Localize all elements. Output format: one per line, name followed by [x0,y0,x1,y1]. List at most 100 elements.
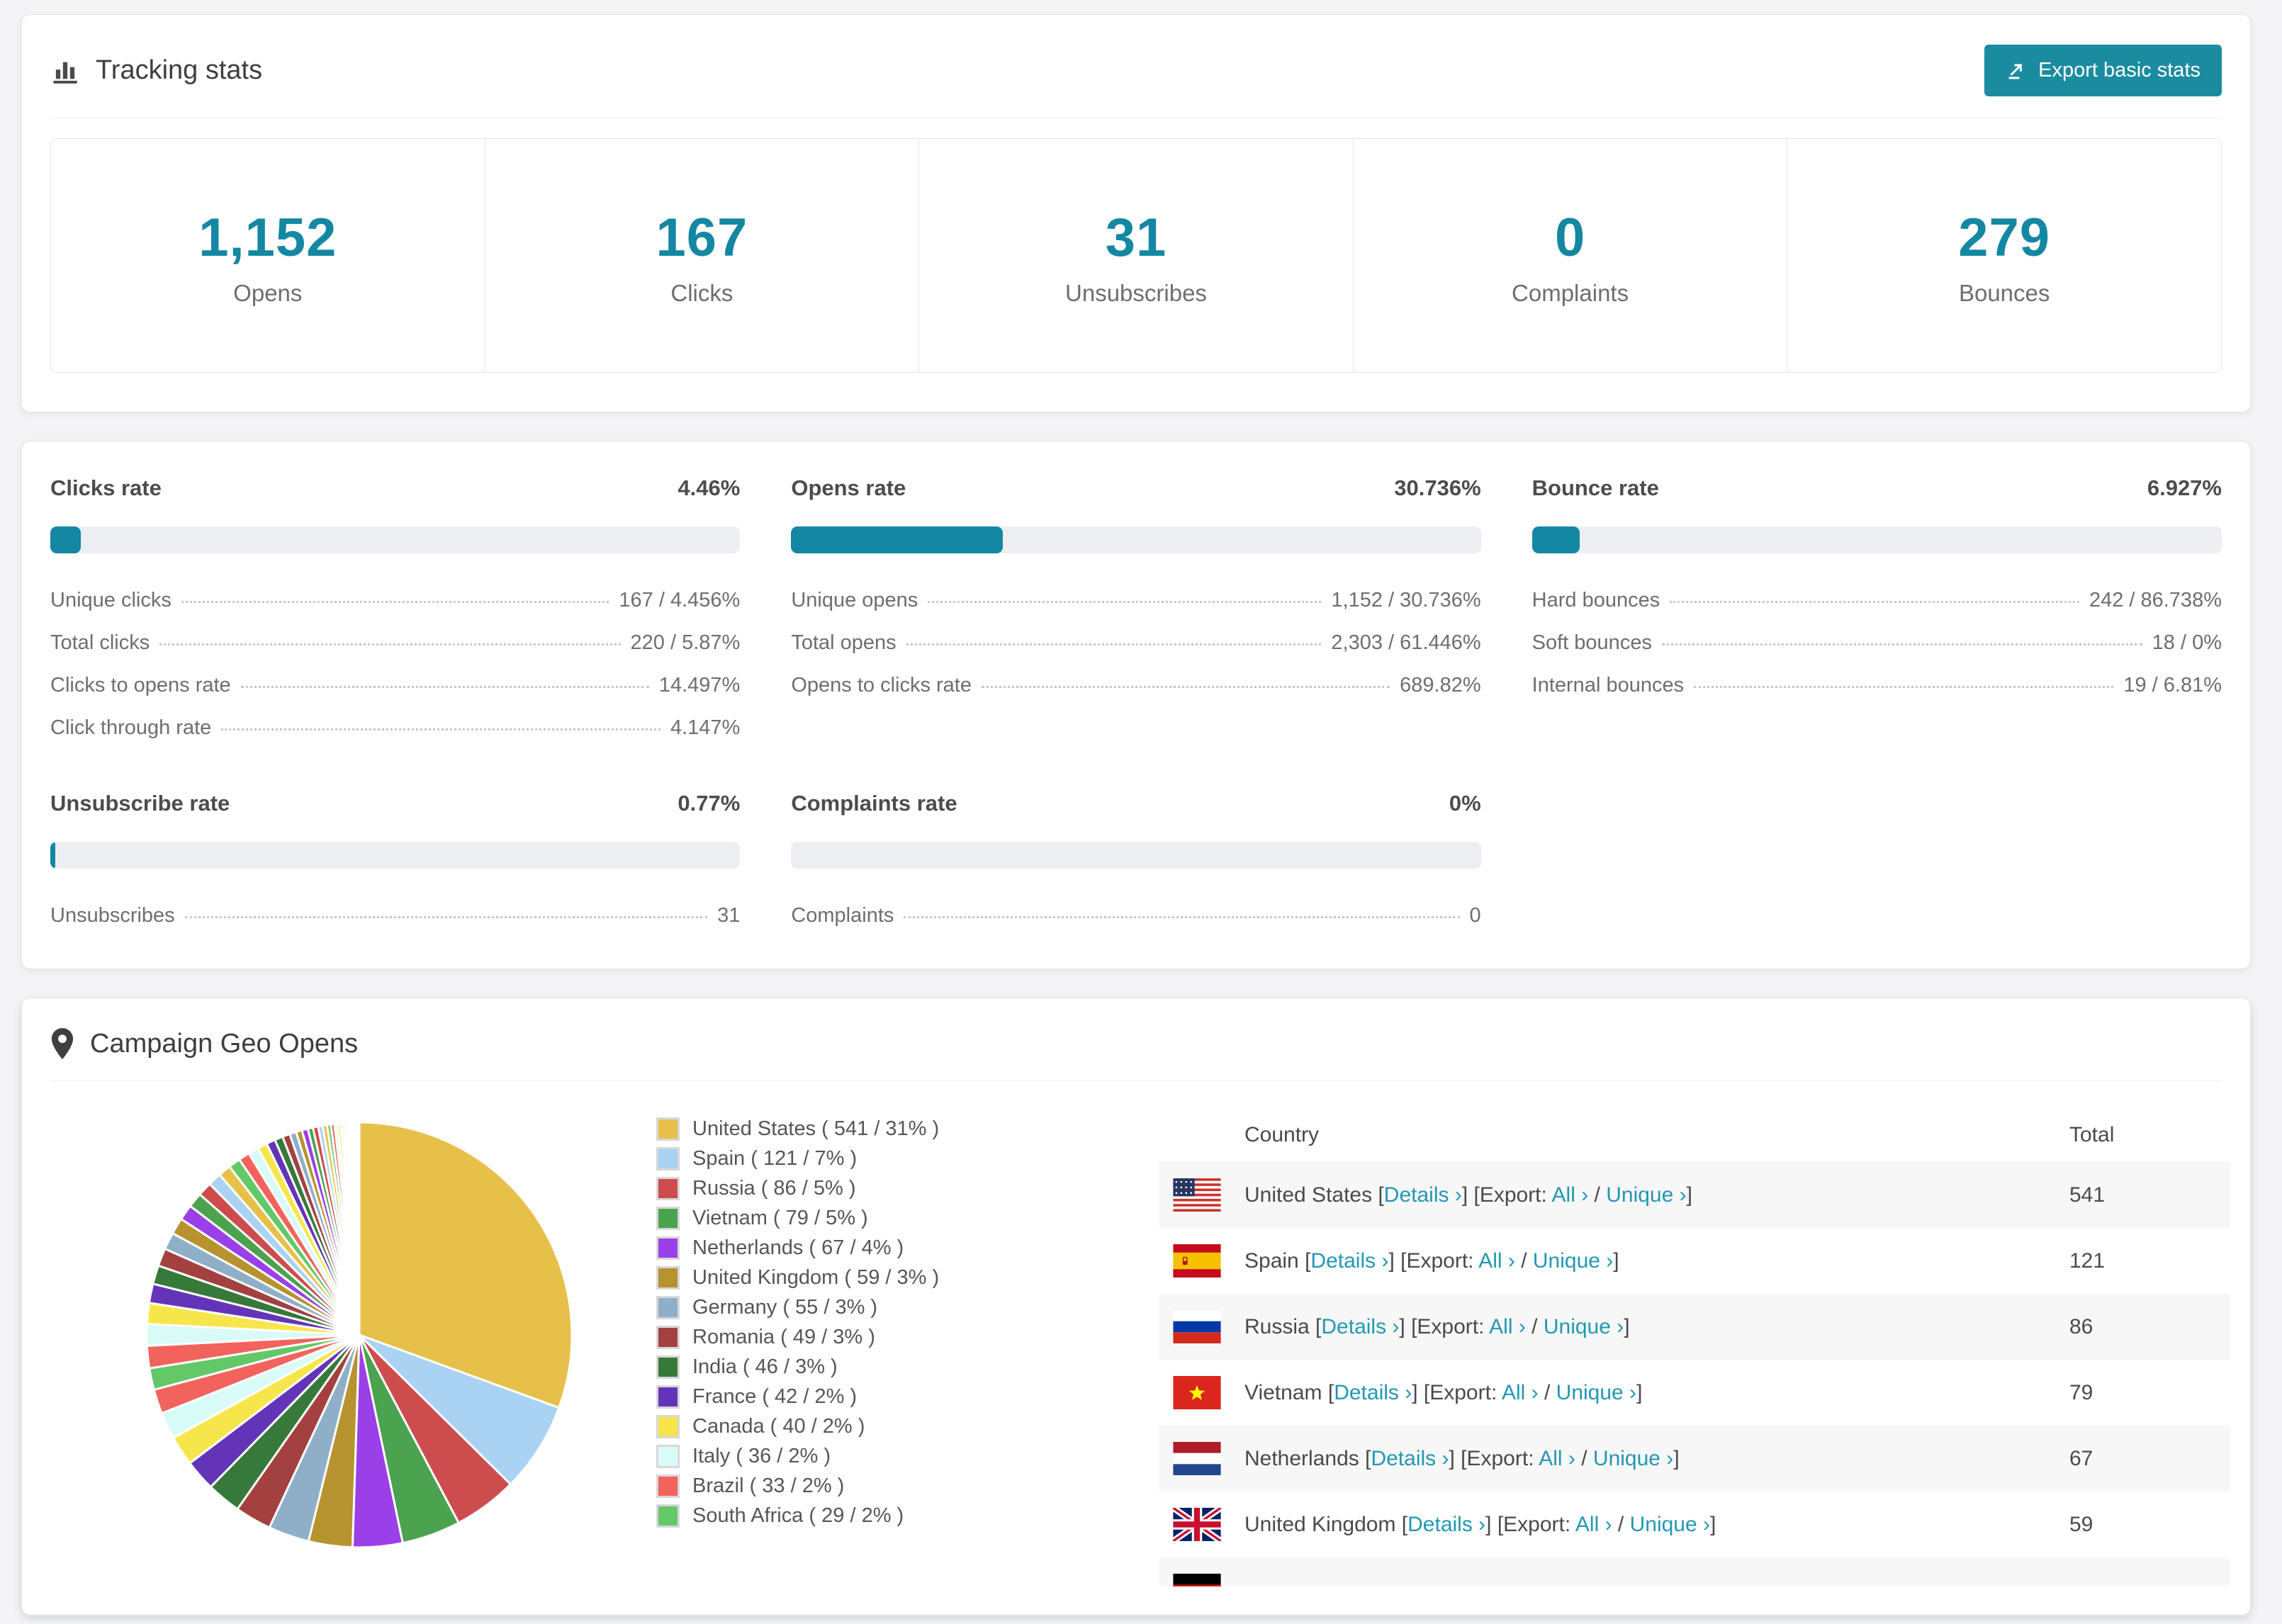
dotted-leader [981,686,1390,688]
detail-row: Click through rate 4.147% [50,716,740,740]
rate-head: Unsubscribe rate 0.77% [50,791,740,816]
rate-head: Clicks rate 4.46% [50,475,740,501]
tracking-stats-title: Tracking stats [50,55,262,86]
rate-title: Opens rate [791,475,906,500]
slash: / [1538,1380,1556,1404]
legend-item[interactable]: Germany ( 55 / 3% ) [656,1292,1135,1322]
legend-item[interactable]: United States ( 541 / 31% ) [656,1114,1135,1144]
legend-item[interactable]: Brazil ( 33 / 2% ) [656,1471,1135,1501]
detail-label: Unique clicks [50,589,172,611]
legend-item[interactable]: Romania ( 49 / 3% ) [656,1322,1135,1352]
export-unique-link[interactable]: Unique › [1556,1381,1636,1404]
geo-row-ru: Russia [Details ›] [Export: All › / Uniq… [1159,1294,2230,1360]
export-all-link[interactable]: All › [1539,1447,1575,1470]
legend-swatch [656,1385,680,1409]
legend-item[interactable]: Italy ( 36 / 2% ) [656,1441,1135,1471]
legend-item[interactable]: Netherlands ( 67 / 4% ) [656,1233,1135,1263]
details-link[interactable]: Details › [1371,1447,1449,1470]
bracket: ] [1710,1512,1716,1536]
detail-value: 2,303 / 61.446% [1331,631,1481,654]
detail-label: Soft bounces [1531,631,1652,654]
rate-panel-clicks-rate: Clicks rate 4.46% Unique clicks 167 / 4.456… [50,475,741,740]
detail-row: Unsubscribes 31 [50,904,740,927]
legend-item[interactable]: Russia ( 86 / 5% ) [656,1173,1135,1203]
country-header: Country [1244,1123,1320,1146]
detail-row: Total clicks 220 / 5.87% [50,631,740,655]
export-icon [2006,60,2028,82]
rate-progress-fill [50,526,82,553]
legend-item[interactable]: South Africa ( 29 / 2% ) [656,1501,1135,1530]
detail-label: Complaints [791,904,894,927]
rate-rows: Complaints 0 [791,904,1480,927]
stat-clicks: 167 Clicks [485,139,920,372]
detail-value: 18 / 0% [2152,631,2222,654]
legend-swatch [656,1146,680,1171]
export-unique-link[interactable]: Unique › [1593,1447,1673,1470]
details-link[interactable]: Details › [1334,1381,1412,1404]
legend-swatch [656,1355,680,1379]
bracket: ] [Export: [1388,1248,1479,1273]
legend-swatch [656,1474,680,1498]
export-all-link[interactable]: All › [1575,1513,1612,1536]
flag-us-icon [1159,1178,1244,1212]
export-all-link[interactable]: All › [1502,1381,1539,1404]
dotted-leader [184,916,708,918]
total-cell: 541 [2069,1183,2106,1207]
flag-gb-icon [1159,1508,1244,1541]
detail-value: 220 / 5.87% [630,631,741,654]
legend-item[interactable]: United Kingdom ( 59 / 3% ) [656,1263,1135,1292]
detail-value: 242 / 86.738% [2089,589,2222,611]
detail-row: Unique clicks 167 / 4.456% [50,589,740,612]
dotted-leader [159,643,621,645]
rate-progress-fill [1531,526,1580,553]
legend-swatch [656,1236,680,1260]
bracket: [ [1378,1183,1384,1207]
details-link[interactable]: Details › [1321,1315,1399,1338]
details-link[interactable]: Details › [1407,1513,1485,1536]
stat-complaints: 0 Complaints [1354,139,1788,372]
bracket: ] [Export: [1461,1183,1552,1207]
detail-row: Total opens 2,303 / 61.446% [791,631,1480,655]
rate-panel-unsubscribe-rate: Unsubscribe rate 0.77% Unsubscribes 31 [50,791,741,927]
export-unique-link[interactable]: Unique › [1544,1315,1624,1338]
detail-label: Unique opens [791,589,918,611]
details-link[interactable]: Details › [1310,1249,1388,1273]
detail-value: 31 [717,904,741,927]
rate-rows: Unique clicks 167 / 4.456% Total clicks 220… [50,589,740,740]
export-unique-link[interactable]: Unique › [1533,1249,1613,1273]
export-unique-link[interactable]: Unique › [1630,1513,1710,1536]
export-all-link[interactable]: All › [1552,1183,1589,1207]
export-all-link[interactable]: All › [1489,1315,1526,1338]
dotted-leader [1694,686,2114,688]
stat-opens: 1,152 Opens [51,139,485,372]
bracket: ] [Export: [1399,1314,1490,1338]
export-unique-link[interactable]: Unique › [1606,1183,1686,1207]
detail-row: Unique opens 1,152 / 30.736% [791,589,1480,612]
legend-item[interactable]: Canada ( 40 / 2% ) [656,1411,1135,1441]
stat-value: 0 [1554,208,1586,268]
legend-swatch [656,1325,680,1349]
legend-label: India ( 46 / 3% ) [692,1355,838,1378]
legend-item[interactable]: India ( 46 / 3% ) [656,1352,1135,1382]
export-all-link[interactable]: All › [1478,1249,1515,1273]
legend-swatch [656,1176,680,1200]
legend-item[interactable]: Vietnam ( 79 / 5% ) [656,1203,1135,1233]
geo-row-es: Spain [Details ›] [Export: All › / Uniqu… [1159,1228,2230,1294]
map-pin-icon [50,1028,74,1059]
legend-swatch [656,1414,680,1438]
rates-card: Clicks rate 4.46% Unique clicks 167 / 4.456… [21,441,2251,969]
legend-label: Italy ( 36 / 2% ) [692,1444,831,1467]
stat-label: Unsubscribes [1065,280,1207,306]
legend-label: Canada ( 40 / 2% ) [692,1414,865,1438]
total-header: Total [2069,1123,2115,1146]
legend-item[interactable]: Spain ( 121 / 7% ) [656,1144,1135,1173]
geo-row-vn: Vietnam [Details ›] [Export: All › / Uni… [1159,1360,2230,1426]
legend-label: South Africa ( 29 / 2% ) [692,1504,904,1527]
export-basic-stats-button[interactable]: Export basic stats [1984,45,2222,96]
legend-item[interactable]: France ( 42 / 2% ) [656,1382,1135,1411]
detail-row: Internal bounces 19 / 6.81% [1532,674,2222,697]
bracket: ] [1624,1314,1630,1338]
details-link[interactable]: Details › [1384,1183,1462,1207]
rate-head: Bounce rate 6.927% [1532,475,2222,501]
slash: / [1514,1248,1533,1273]
